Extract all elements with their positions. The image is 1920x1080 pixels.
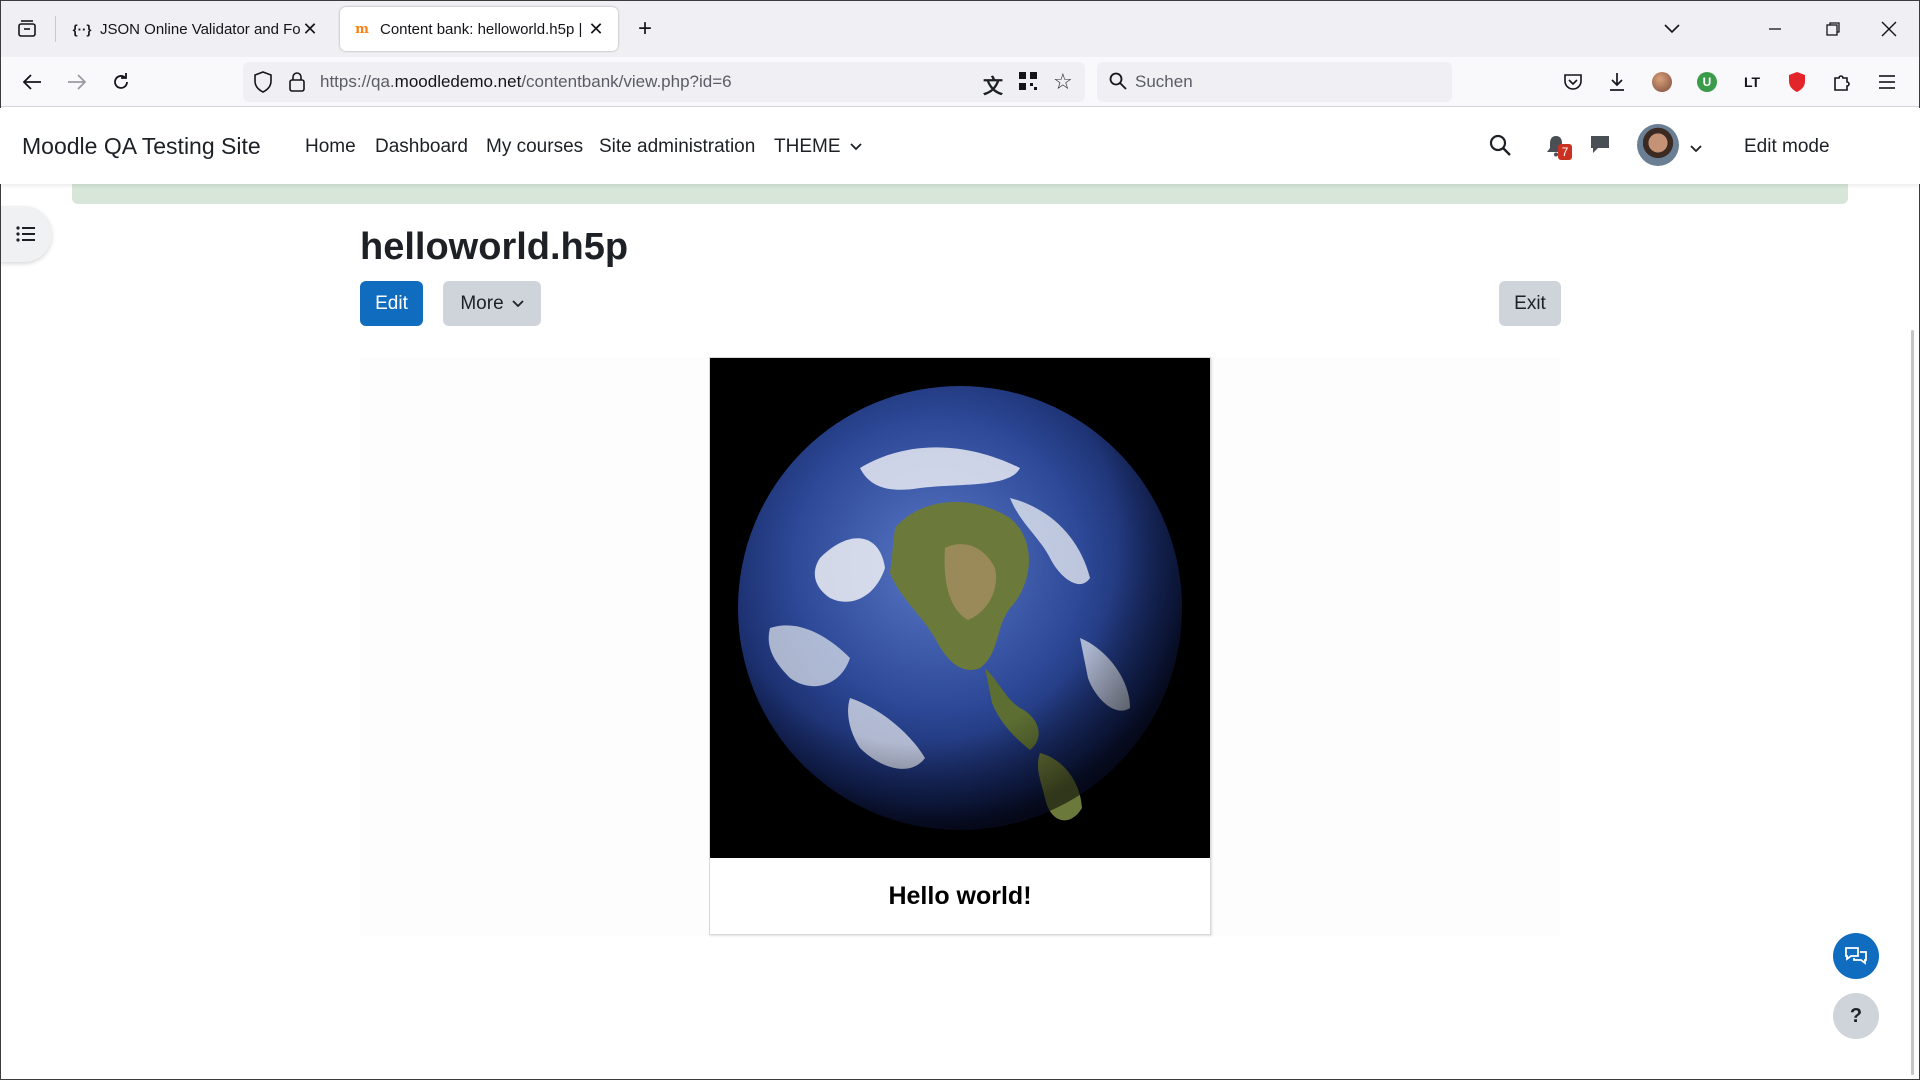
languagetool-icon[interactable]: LT <box>1736 66 1768 98</box>
forward-arrow-icon[interactable] <box>61 66 93 98</box>
extension-avatar-icon[interactable] <box>1646 66 1678 98</box>
nav-dashboard[interactable]: Dashboard <box>375 136 468 158</box>
qr-code-icon[interactable] <box>1018 71 1038 96</box>
nav-theme[interactable]: THEME <box>774 136 862 158</box>
list-icon <box>16 226 35 242</box>
browser-search-input[interactable]: Suchen <box>1097 62 1452 102</box>
messages-icon[interactable] <box>1589 135 1611 160</box>
tab-list-icon[interactable] <box>12 14 42 44</box>
tab-content-bank[interactable]: m Content bank: helloworld.h5p | Moodle … <box>340 7 618 51</box>
edit-button[interactable]: Edit <box>360 281 423 326</box>
menu-hamburger-icon[interactable] <box>1871 66 1903 98</box>
pocket-icon[interactable] <box>1557 66 1589 98</box>
user-menu-chevron-icon[interactable] <box>1690 140 1702 158</box>
json-favicon-icon: {··} <box>72 21 92 37</box>
site-name[interactable]: Moodle QA Testing Site <box>22 133 261 160</box>
search-icon <box>1109 72 1127 95</box>
new-tab-icon[interactable]: + <box>630 14 660 44</box>
chat-button[interactable] <box>1833 933 1879 979</box>
shield-icon[interactable] <box>253 71 273 98</box>
tab-json-validator[interactable]: {··} JSON Online Validator and Formatter… <box>60 7 332 51</box>
moodle-favicon-icon: m <box>355 21 369 37</box>
nav-site-administration[interactable]: Site administration <box>599 136 755 158</box>
more-button-label: More <box>460 292 504 314</box>
nav-my-courses[interactable]: My courses <box>486 136 583 158</box>
user-avatar[interactable] <box>1637 124 1679 166</box>
lock-icon[interactable] <box>288 71 306 98</box>
minimize-icon[interactable] <box>1760 14 1790 44</box>
nav-theme-label: THEME <box>774 136 841 157</box>
nav-home[interactable]: Home <box>305 136 356 158</box>
url-text[interactable]: https://qa.moodledemo.net/contentbank/vi… <box>320 72 732 92</box>
restore-icon[interactable] <box>1818 14 1848 44</box>
exit-button[interactable]: Exit <box>1499 281 1561 326</box>
bookmark-star-icon[interactable]: ☆ <box>1053 69 1073 95</box>
notification-banner <box>72 184 1848 204</box>
tab-separator <box>55 16 56 42</box>
back-arrow-icon[interactable] <box>16 66 48 98</box>
h5p-caption: Hello world! <box>888 881 1032 910</box>
more-button[interactable]: More <box>443 281 541 326</box>
close-tab-icon[interactable]: ✕ <box>300 19 320 40</box>
reload-icon[interactable] <box>105 66 137 98</box>
chevron-down-icon <box>850 143 862 151</box>
page-title: helloworld.h5p <box>360 226 629 268</box>
close-window-icon[interactable] <box>1874 14 1904 44</box>
earth-image <box>710 358 1210 858</box>
browser-nav-bar: https://qa.moodledemo.net/contentbank/vi… <box>0 57 1920 107</box>
page-scrollbar[interactable] <box>1911 330 1914 1075</box>
tab-title: JSON Online Validator and Formatter <box>100 20 300 38</box>
edit-mode-label: Edit mode <box>1744 136 1830 157</box>
course-index-toggle[interactable] <box>0 206 52 262</box>
ublock-shield-icon[interactable] <box>1781 66 1813 98</box>
h5p-card: Hello world! <box>709 357 1211 935</box>
search-placeholder: Suchen <box>1135 72 1193 91</box>
notification-count-badge: 7 <box>1558 144 1572 160</box>
extensions-puzzle-icon[interactable] <box>1826 66 1858 98</box>
search-icon[interactable] <box>1489 134 1511 161</box>
tab-title: Content bank: helloworld.h5p | Moodle <box>380 20 586 38</box>
browser-tab-bar: {··} JSON Online Validator and Formatter… <box>0 0 1920 57</box>
address-bar[interactable]: https://qa.moodledemo.net/contentbank/vi… <box>243 62 1085 102</box>
help-button[interactable]: ? <box>1833 993 1879 1039</box>
download-icon[interactable] <box>1601 66 1633 98</box>
translate-icon[interactable]: 文 <box>983 70 1003 99</box>
chevron-down-icon <box>512 299 524 307</box>
moodle-navbar: Moodle QA Testing Site Home Dashboard My… <box>0 108 1920 184</box>
close-tab-icon[interactable]: ✕ <box>586 19 606 40</box>
chevron-down-icon[interactable] <box>1657 14 1687 44</box>
extension-green-icon[interactable]: U <box>1691 66 1723 98</box>
comments-icon <box>1845 947 1867 965</box>
